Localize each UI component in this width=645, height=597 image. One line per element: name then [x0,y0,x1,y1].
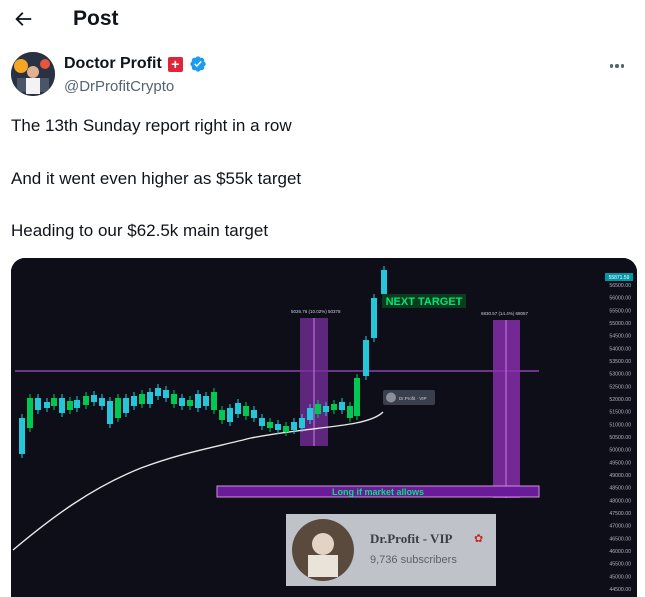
candle [307,408,313,420]
post-text-line: And it went even higher as $55k target [11,169,302,188]
candle [163,390,169,398]
more-button[interactable] [603,56,631,76]
y-tick-label: 49500.00 [609,460,631,466]
candle [19,418,25,454]
y-tick-label: 52500.00 [609,384,631,390]
next-target-label: NEXT TARGET [386,296,463,308]
candle [211,392,217,410]
candle [381,270,387,294]
y-tick-label: 51000.00 [609,422,631,428]
candle [195,394,201,408]
candle [227,408,233,422]
y-tick-label: 46500.00 [609,536,631,542]
candle [251,410,257,418]
red-plus-icon: + [167,56,183,72]
candle [331,404,337,410]
candle [187,400,193,406]
candle [235,403,241,414]
post-author: Doctor Profit + @DrProfitCrypto [11,52,631,100]
candle [323,406,329,412]
candle [67,401,73,410]
long-zone-label: Long if market allows [332,487,424,497]
candle [275,424,281,430]
chart-image: 5026.76 (10.02%) 50378 6830.57 (14.4%) 6… [11,258,637,597]
candle [347,406,353,418]
candle [131,396,137,406]
y-tick-label: 56000.00 [609,296,631,302]
candle [51,398,57,406]
candle [283,426,289,432]
candle [91,395,97,402]
watermark-subscribers: 9,736 subscribers [370,554,457,566]
candle [179,398,185,406]
candle [363,340,369,376]
zone2-note: 6830.57 (14.4%) 68057 [481,311,529,316]
y-tick-label: 54000.00 [609,346,631,352]
candle [123,398,129,413]
candle [171,394,177,404]
y-tick-label: 45000.00 [609,574,631,580]
zone1-note: 5026.76 (10.02%) 50378 [291,309,341,314]
display-name[interactable]: Doctor Profit [64,55,162,73]
more-horizontal-icon [609,64,614,68]
verified-icon [190,56,206,72]
candle [299,418,305,428]
candle [147,392,153,404]
y-tick-label: 50500.00 [609,435,631,441]
top-bar: Post [0,0,645,42]
y-tick-label: 50000.00 [609,448,631,454]
y-tick-label: 56500.00 [609,283,631,289]
name-row: Doctor Profit + [64,55,207,73]
candle [291,422,297,430]
candle [115,398,121,418]
candle [44,402,50,408]
avatar[interactable] [11,52,55,96]
rose-icon: ✿ [474,533,483,545]
y-tick-label: 45500.00 [609,562,631,568]
post-text-line: The 13th Sunday report right in a row [11,116,292,135]
post-text-line: Heading to our $62.5k main target [11,221,269,240]
candle [155,388,161,396]
y-tick-label: 49000.00 [609,473,631,479]
candle [219,410,225,420]
y-tick-label: 47000.00 [609,524,631,530]
y-tick-label: 52000.00 [609,397,631,403]
post-media-chart[interactable]: 5026.76 (10.02%) 50378 6830.57 (14.4%) 6… [11,258,637,597]
arrow-left-icon [15,12,32,26]
current-price-label: 55871.59 [609,275,630,281]
y-tick-label: 44500.00 [609,587,631,593]
candle [354,378,360,416]
watermark-name: Dr.Profit - VIP [370,531,453,546]
y-tick-label: 54500.00 [609,334,631,340]
candle [315,404,321,414]
candle [83,396,89,405]
y-tick-label: 48500.00 [609,486,631,492]
candle [139,394,145,404]
candle [203,396,209,406]
candle [259,418,265,426]
y-tick-label: 46000.00 [609,549,631,555]
y-tick-label: 51500.00 [609,410,631,416]
candle [99,398,105,406]
candle [243,406,249,416]
candle [371,298,377,338]
y-tick-label: 55500.00 [609,308,631,314]
candle [27,398,33,428]
y-tick-label: 47500.00 [609,511,631,517]
y-tick-label: 48000.00 [609,498,631,504]
indicator-chip-label: Dr.Profit · VIP [399,396,427,401]
candle [107,401,113,424]
y-tick-label: 53000.00 [609,372,631,378]
candle [59,398,65,413]
candle [267,422,273,428]
user-handle[interactable]: @DrProfitCrypto [64,78,174,95]
candle [35,398,41,410]
page-title: Post [73,7,119,30]
candle [339,402,345,410]
candle [74,400,80,408]
y-tick-label: 53500.00 [609,359,631,365]
y-tick-label: 55000.00 [609,321,631,327]
back-button[interactable] [10,6,36,32]
